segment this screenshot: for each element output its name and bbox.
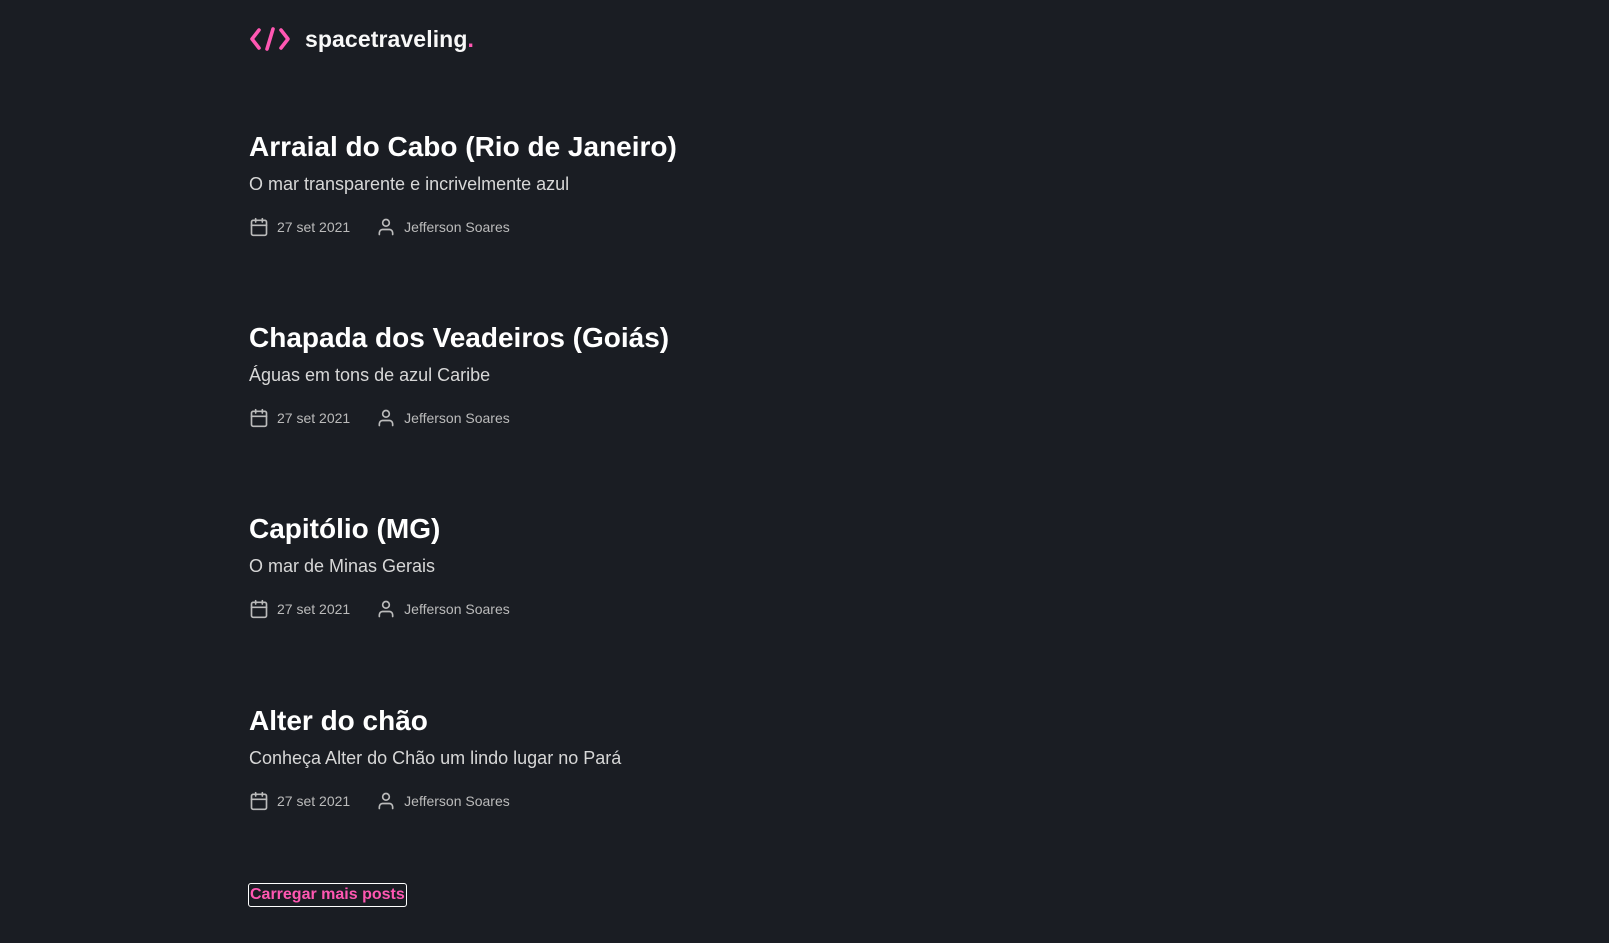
brand-name[interactable]: spacetraveling <box>305 26 467 53</box>
post-subtitle: Águas em tons de azul Caribe <box>249 365 491 385</box>
post-date: 27 set 2021 <box>249 408 350 428</box>
user-icon <box>378 792 394 810</box>
post-date: 27 set 2021 <box>249 217 350 237</box>
brand-dot: . <box>467 25 474 52</box>
post-author-text: Jefferson Soares <box>404 601 510 617</box>
post-subtitle: Conheça Alter do Chão um lindo lugar no … <box>249 748 622 768</box>
post-author: Jefferson Soares <box>376 791 510 811</box>
post-author: Jefferson Soares <box>376 599 510 619</box>
post-item[interactable]: Chapada dos Veadeiros (Goiás) Águas em t… <box>249 321 669 429</box>
post-date: 27 set 2021 <box>249 599 350 619</box>
calendar-icon <box>250 599 268 619</box>
user-icon <box>378 409 394 427</box>
calendar-icon <box>250 217 268 237</box>
post-meta: 27 set 2021 Jefferson Soares <box>249 216 677 238</box>
post-title[interactable]: Alter do chão <box>249 704 621 738</box>
post-meta: 27 set 2021 Jefferson Soares <box>249 790 621 812</box>
post-title[interactable]: Arraial do Cabo (Rio de Janeiro) <box>249 130 677 164</box>
load-more-button[interactable]: Carregar mais posts <box>248 883 407 907</box>
post-title[interactable]: Chapada dos Veadeiros (Goiás) <box>249 321 669 355</box>
post-meta: 27 set 2021 Jefferson Soares <box>249 598 536 620</box>
user-icon <box>378 600 394 618</box>
post-author-text: Jefferson Soares <box>404 793 510 809</box>
post-date: 27 set 2021 <box>249 791 350 811</box>
post-item[interactable]: Arraial do Cabo (Rio de Janeiro) O mar t… <box>249 130 677 238</box>
code-brackets-icon[interactable] <box>249 25 291 53</box>
post-author: Jefferson Soares <box>376 217 510 237</box>
post-date-text: 27 set 2021 <box>277 219 351 235</box>
post-date-text: 27 set 2021 <box>277 601 351 617</box>
post-author-text: Jefferson Soares <box>404 219 510 235</box>
post-subtitle: O mar de Minas Gerais <box>249 556 436 576</box>
site-header: spacetraveling . <box>249 24 474 54</box>
calendar-icon <box>250 408 268 428</box>
post-author-text: Jefferson Soares <box>404 410 510 426</box>
post-title[interactable]: Capitólio (MG) <box>249 512 536 546</box>
post-meta: 27 set 2021 Jefferson Soares <box>249 407 669 429</box>
post-date-text: 27 set 2021 <box>277 410 351 426</box>
post-author: Jefferson Soares <box>376 408 510 428</box>
post-subtitle: O mar transparente e incrivelmente azul <box>249 174 570 194</box>
post-date-text: 27 set 2021 <box>277 793 351 809</box>
user-icon <box>378 218 394 236</box>
post-item[interactable]: Capitólio (MG) O mar de Minas Gerais 27 … <box>249 512 536 620</box>
post-item[interactable]: Alter do chão Conheça Alter do Chão um l… <box>249 704 621 812</box>
calendar-icon <box>250 791 268 811</box>
